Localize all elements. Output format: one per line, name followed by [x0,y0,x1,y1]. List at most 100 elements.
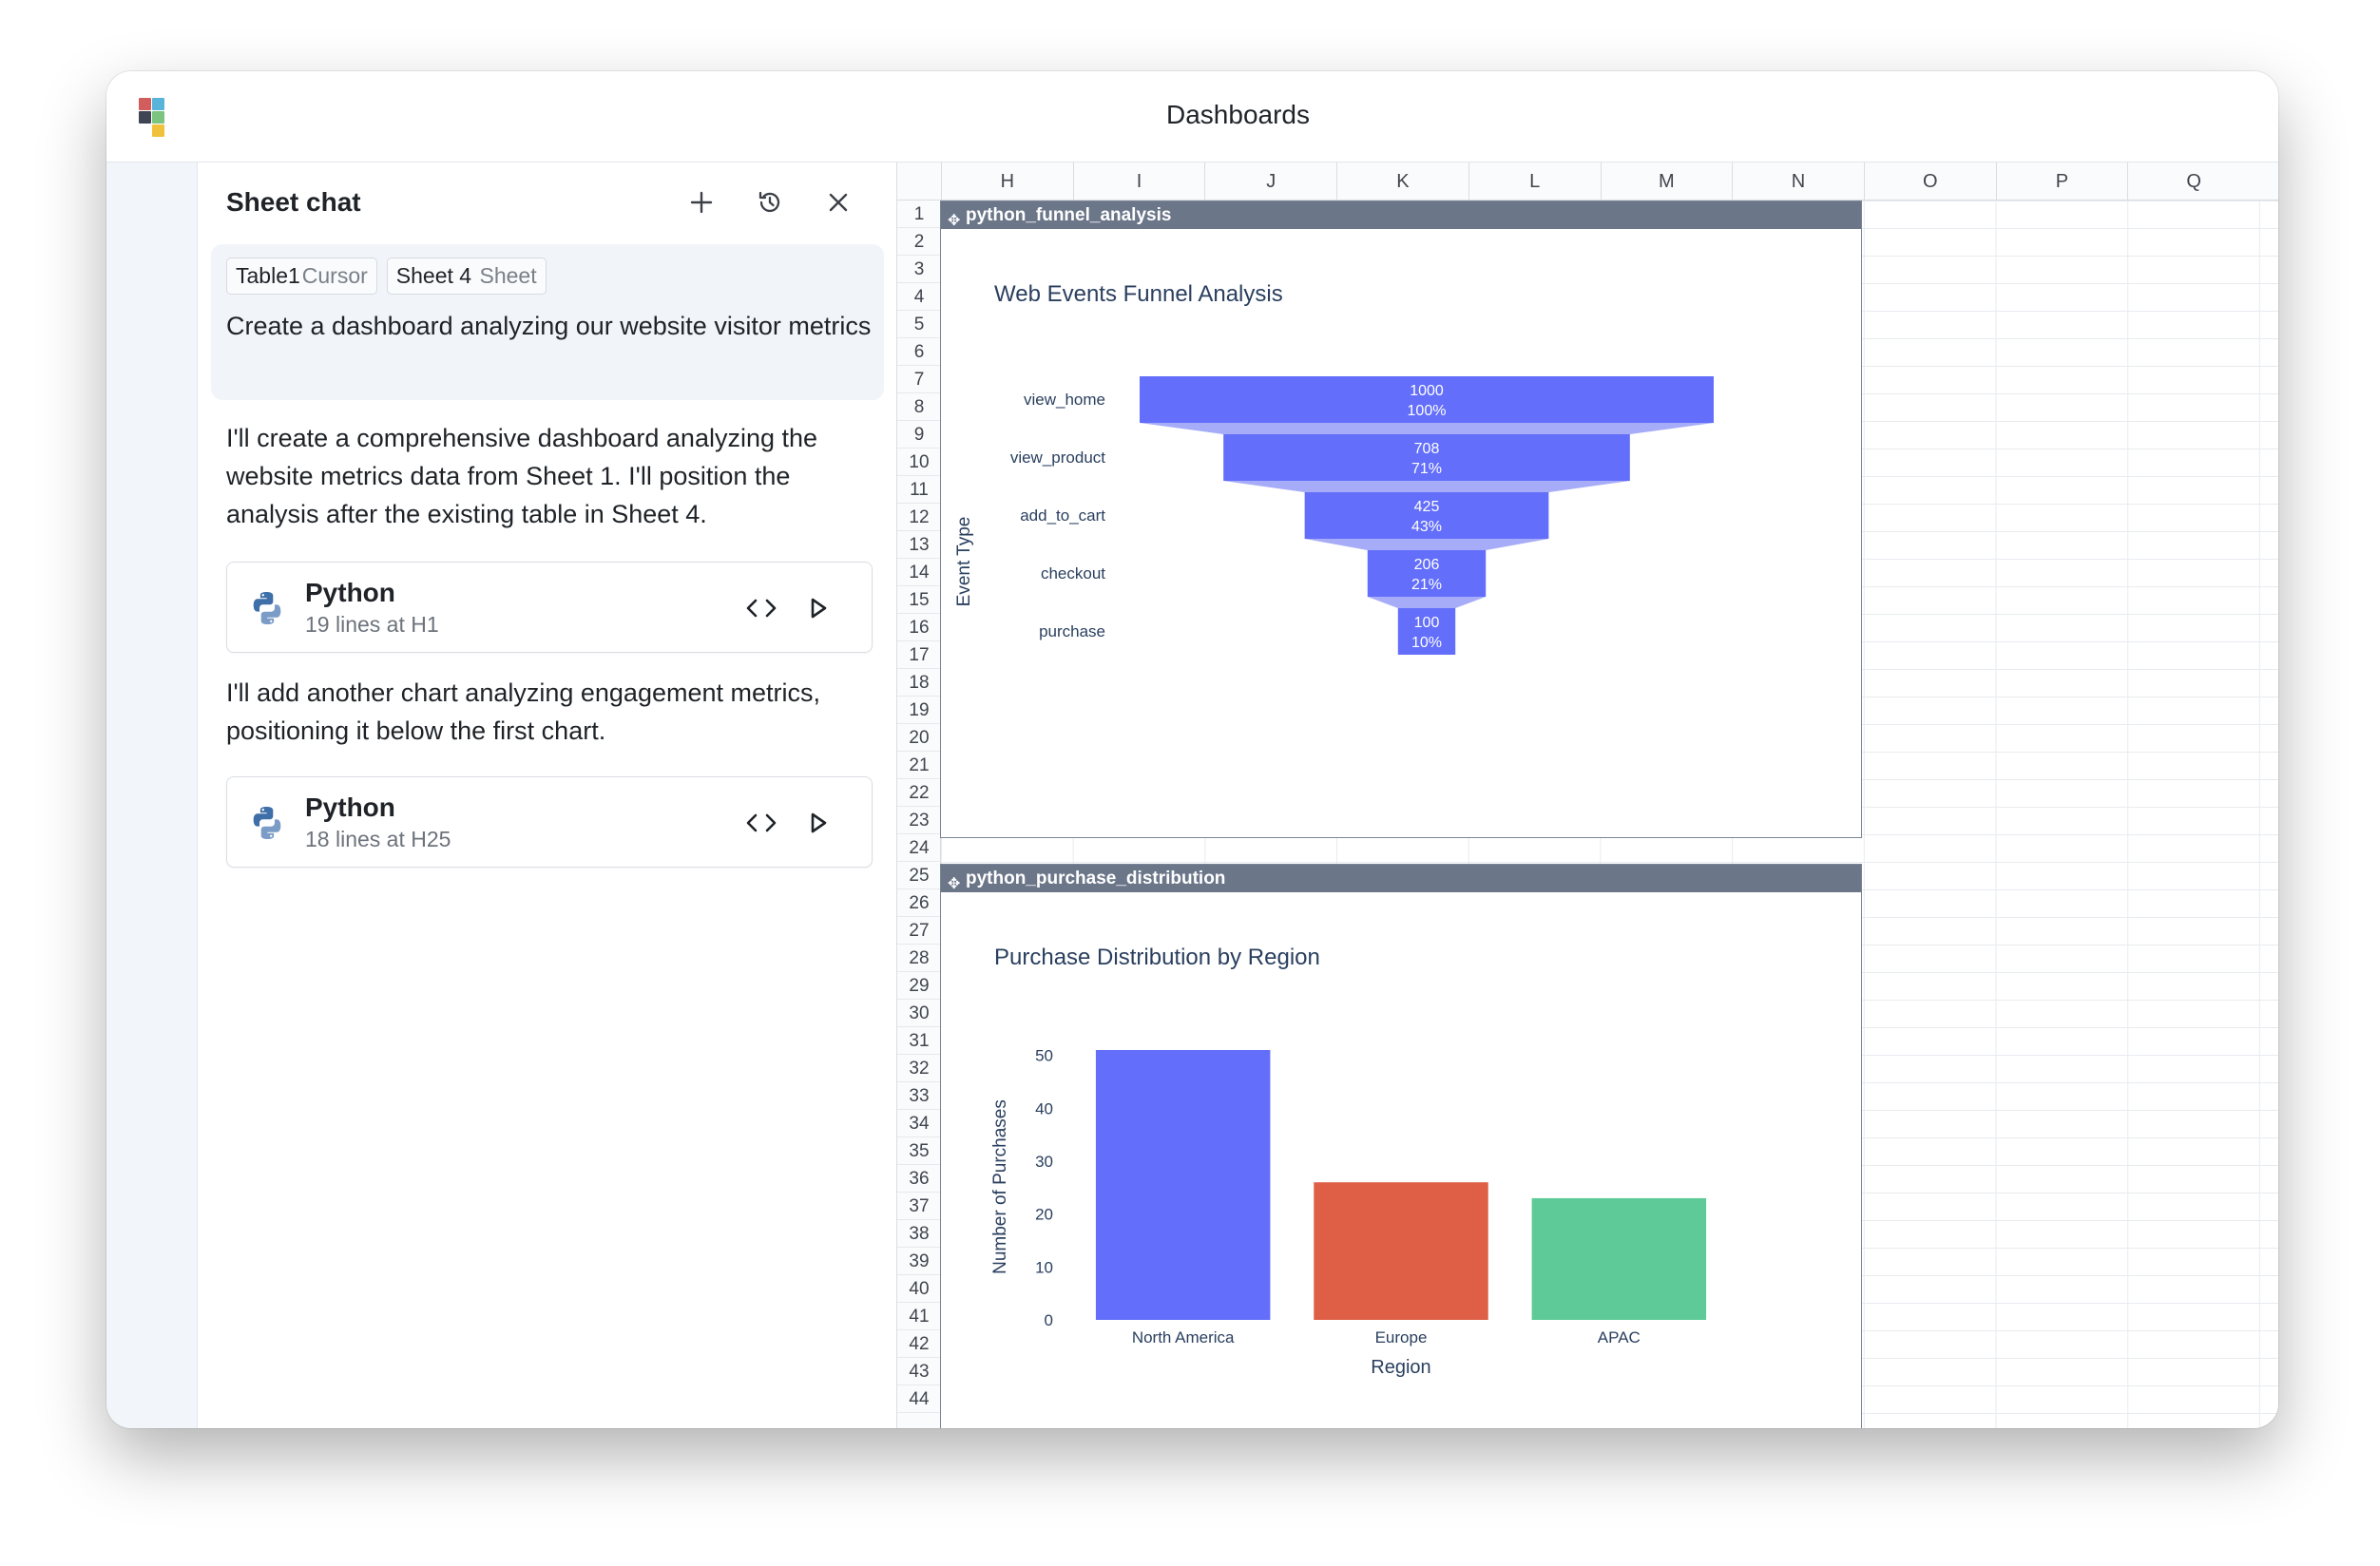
column-header-P: P [1995,162,2128,201]
bar-apac[interactable] [1531,1197,1707,1320]
row-header-30: 30 [897,1000,941,1027]
row-header-20: 20 [897,724,941,752]
funnel-percent-label: 43% [1411,519,1442,535]
view-code-button[interactable] [740,802,782,844]
app-window: Dashboards Sheet chat Table1Cursor Sheet… [106,71,2278,1428]
row-headers: 1 2 3 4 5 6 7 8 9 10 11 12 13 14 15 16 17 18 19 20 21 22 23 24 2… [897,201,941,1428]
funnel-value-label: 425 [1414,499,1440,515]
context-chip-table1[interactable]: Table1Cursor [226,258,377,295]
row-header-40: 40 [897,1275,941,1303]
row-header-19: 19 [897,697,941,724]
row-header-12: 12 [897,504,941,531]
code-card-subtitle: 18 lines at H25 [305,827,451,851]
row-header-14: 14 [897,559,941,586]
plus-icon [690,191,713,214]
row-header-21: 21 [897,752,941,779]
row-header-16: 16 [897,614,941,641]
code-card-subtitle: 19 lines at H1 [305,612,439,637]
bar-north-america[interactable] [1095,1050,1271,1320]
funnel-connector [1140,423,1714,434]
row-header-43: 43 [897,1358,941,1385]
column-header-O: O [1863,162,1996,201]
row-header-15: 15 [897,586,941,614]
chart-object-header[interactable]: ✥ python_funnel_analysis [941,201,1861,229]
chart-object-bar[interactable]: ✥ python_purchase_distribution Purchase … [940,864,1862,1428]
run-code-button[interactable] [797,802,839,844]
spreadsheet-area: HIJKLMNOPQ 1 2 3 4 5 6 7 8 9 10 11 12 13 14 15 16 17 18 19… [897,162,2278,1428]
row-header-3: 3 [897,256,941,283]
close-icon [829,193,848,212]
column-header-J: J [1204,162,1336,201]
row-header-34: 34 [897,1110,941,1137]
funnel-value-label: 708 [1414,441,1440,457]
row-header-22: 22 [897,779,941,807]
funnel-percent-label: 100% [1408,403,1447,419]
row-header-5: 5 [897,311,941,338]
x-tick-label: North America [1132,1328,1235,1346]
row-header-1: 1 [897,201,941,228]
context-chip-sheet4[interactable]: Sheet 4 Sheet [386,258,547,295]
play-icon [811,598,827,619]
code-icon [746,813,777,832]
funnel-connector [1367,597,1487,608]
funnel-value-label: 206 [1414,557,1440,573]
y-tick-label: 10 [1035,1258,1053,1276]
context-chips: Table1Cursor Sheet 4 Sheet [226,258,547,295]
column-header-I: I [1072,162,1205,201]
y-tick-label: 20 [1035,1206,1053,1224]
column-headers: HIJKLMNOPQ [897,162,2278,201]
funnel-category-label: view_home [1024,391,1105,409]
chart-object-funnel[interactable]: ✥ python_funnel_analysis Web Events Funn… [940,201,1862,838]
top-header: Dashboards [198,71,2278,162]
user-message: Table1Cursor Sheet 4 Sheet Create a dash… [211,244,884,400]
row-header-24: 24 [897,834,941,862]
row-header-10: 10 [897,449,941,476]
funnel-category-label: checkout [1041,564,1105,582]
funnel-connector [1223,481,1630,492]
chip-name: Table1 [236,263,300,288]
row-header-41: 41 [897,1303,941,1330]
y-tick-label: 40 [1035,1099,1053,1117]
code-card-2[interactable]: Python 18 lines at H25 [226,776,873,868]
row-header-39: 39 [897,1248,941,1275]
app-logo-icon[interactable] [139,98,165,138]
close-chat-button[interactable] [817,181,859,223]
code-card-title: Python [305,578,395,607]
code-card-1[interactable]: Python 19 lines at H1 [226,562,873,653]
row-header-17: 17 [897,641,941,669]
chat-history-button[interactable] [749,181,791,223]
play-icon [811,812,827,833]
row-header-32: 32 [897,1055,941,1082]
chart-title: Web Events Funnel Analysis [994,281,1283,307]
funnel-category-label: view_product [1010,449,1105,467]
bar-chart: Purchase Distribution by Region 0 10 20 30 40… [990,945,1707,1378]
chip-type: Sheet [479,263,537,288]
assistant-message-2: I'll add another chart analyzing engagem… [226,678,821,745]
funnel-category-label: purchase [1039,622,1105,640]
python-icon [253,592,281,624]
row-header-38: 38 [897,1220,941,1248]
row-header-25: 25 [897,862,941,889]
chart-object-name: python_purchase_distribution [966,869,1226,888]
run-code-button[interactable] [797,587,839,629]
row-header-42: 42 [897,1330,941,1358]
history-icon [758,191,780,213]
row-header-29: 29 [897,972,941,1000]
column-header-N: N [1732,162,1864,201]
new-chat-button[interactable] [681,181,722,223]
row-header-37: 37 [897,1193,941,1220]
row-header-4: 4 [897,283,941,311]
row-header-26: 26 [897,889,941,917]
funnel-value-label: 100 [1414,615,1440,631]
y-axis-label: Number of Purchases [990,1099,1010,1274]
chart-object-name: python_funnel_analysis [966,205,1172,225]
row-header-33: 33 [897,1082,941,1110]
row-header-31: 31 [897,1027,941,1055]
bar-europe[interactable] [1314,1182,1488,1320]
page-title: Dashboards [1166,100,1310,129]
funnel-percent-label: 10% [1411,635,1442,651]
row-header-13: 13 [897,531,941,559]
view-code-button[interactable] [740,587,782,629]
chart-object-header[interactable]: ✥ python_purchase_distribution [941,865,1861,892]
x-tick-label: Europe [1375,1328,1428,1346]
